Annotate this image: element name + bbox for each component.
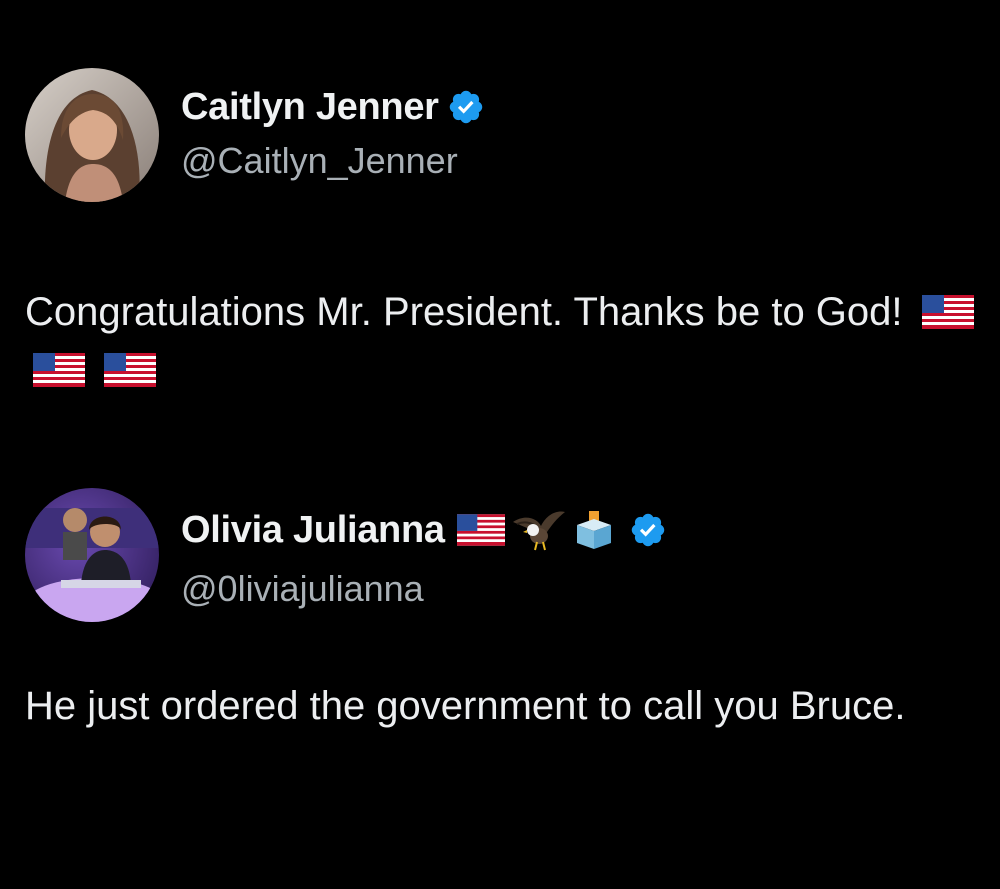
author-name-row: Olivia Julianna	[181, 505, 667, 555]
display-name[interactable]: Olivia Julianna	[181, 509, 445, 552]
us-flag-emoji	[456, 514, 505, 546]
avatar-caitlyn[interactable]	[25, 68, 159, 202]
us-flag-emoji	[921, 287, 974, 329]
display-name[interactable]: Caitlyn Jenner	[181, 86, 439, 129]
tweet-text: Congratulations Mr. President. Thanks be…	[25, 283, 985, 399]
author-handle[interactable]: @Caitlyn_Jenner	[181, 140, 458, 182]
verified-badge-icon	[447, 88, 485, 126]
name-emojis	[456, 508, 621, 552]
author-name-row: Caitlyn Jenner	[181, 82, 485, 132]
us-flag-emoji	[33, 345, 85, 387]
ballot-box-emoji	[576, 511, 611, 549]
tweet-body: He just ordered the government to call y…	[25, 684, 906, 728]
tweet-text: He just ordered the government to call y…	[25, 677, 985, 735]
verified-badge-icon	[629, 511, 667, 549]
eagle-emoji	[512, 511, 565, 551]
us-flag-emoji	[104, 345, 157, 387]
avatar-olivia[interactable]	[25, 488, 159, 622]
author-handle[interactable]: @0liviajulianna	[181, 568, 424, 610]
tweet-body: Congratulations Mr. President. Thanks be…	[25, 290, 903, 334]
